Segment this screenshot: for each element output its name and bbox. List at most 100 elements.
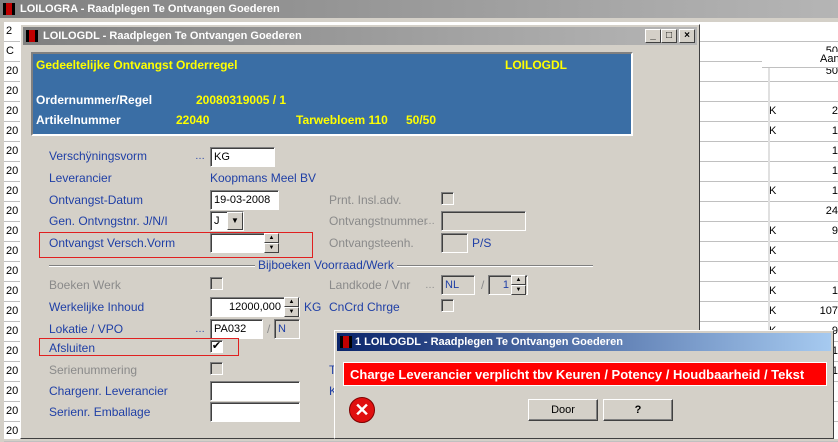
chargenr-label: Chargenr. Leverancier	[49, 384, 168, 398]
leverancier-value: Koopmans Meel BV	[210, 171, 317, 185]
article-value: 22040	[176, 113, 210, 127]
alert-dialog: 1 LOILOGDL - Raadplegen Te Ontvangen Goe…	[334, 330, 834, 439]
row-cell: 20	[6, 325, 19, 337]
door-button[interactable]: Door	[528, 399, 598, 421]
grid-header[interactable]: Aant	[762, 52, 838, 68]
help-button[interactable]: ?	[603, 399, 673, 421]
row-cell: 20	[6, 125, 19, 137]
error-icon: ✕	[349, 397, 375, 423]
row-cell: 20	[6, 365, 19, 377]
cncrd-chrge-checkbox[interactable]	[441, 299, 454, 312]
row-cell-aant: 107	[819, 305, 838, 317]
banner-program: LOILOGDL	[505, 58, 567, 72]
row-cell-aant: 1	[831, 185, 838, 197]
prnt-insl-checkbox[interactable]	[441, 192, 454, 205]
row-cell-k: K	[769, 265, 777, 277]
werkelijke-inhoud-spinner[interactable]: ▲ ▼	[284, 297, 299, 317]
vpo-field[interactable]: N	[274, 319, 300, 339]
boeken-werk-label: Boeken Werk	[49, 278, 121, 292]
row-cell: 20	[6, 345, 19, 357]
cncrd-chrge-label: CnCrd Chrge	[329, 300, 400, 314]
serienr-field[interactable]	[210, 402, 300, 422]
row-cell-k: K	[769, 245, 777, 257]
article-description: Tarwebloem 110	[296, 113, 388, 127]
serienummering-checkbox[interactable]	[210, 362, 223, 375]
row-cell-aant: 1	[831, 285, 838, 297]
vnr-spinner[interactable]: ▲ ▼	[511, 275, 526, 295]
main-dialog-title: LOILOGDL - Raadplegen Te Ontvangen Goede…	[43, 30, 302, 42]
row-cell: 20	[6, 205, 19, 217]
row-cell: 20	[6, 65, 19, 77]
serienr-label: Serienr. Emballage	[49, 405, 151, 419]
row-cell: 20	[6, 165, 19, 177]
row-cell-k: K	[769, 185, 777, 197]
chevron-down-icon[interactable]: ▼	[227, 212, 243, 230]
section-title: Bijboeken Voorraad/Werk	[255, 258, 397, 272]
landkode-field[interactable]: NL	[441, 275, 475, 295]
alert-message: Charge Leverancier verplicht tbv Keuren …	[343, 362, 827, 386]
serienummering-label: Serienummering	[49, 363, 138, 377]
row-cell-k: K	[769, 225, 777, 237]
row-cell-k: K	[769, 125, 777, 137]
row-cell: 20	[6, 145, 19, 157]
slash-separator: /	[481, 278, 485, 292]
row-cell: 2	[6, 25, 13, 37]
alert-titlebar[interactable]: 1 LOILOGDL - Raadplegen Te Ontvangen Goe…	[337, 333, 831, 351]
verschijningsvorm-field[interactable]: KG	[210, 147, 275, 167]
gen-ontvngstnr-value: J	[214, 215, 220, 227]
werkelijke-inhoud-unit: KG	[304, 300, 322, 314]
banner-heading: Gedeeltelijke Ontvangst Orderregel	[36, 58, 238, 72]
row-cell-aant: 1	[831, 145, 838, 157]
row-cell-aant: 2	[831, 105, 838, 117]
ontvangstnummer-field[interactable]	[441, 211, 526, 231]
row-cell: 20	[6, 245, 19, 257]
order-value: 20080319005 / 1	[196, 93, 287, 107]
ontvangst-datum-field[interactable]: 19-03-2008	[210, 190, 279, 210]
row-cell: C	[6, 45, 14, 57]
ontvangst-versch-label: Ontvangst Versch.Vorm	[49, 236, 176, 250]
bg-window-titlebar: LOILOGRA - Raadplegen Te Ontvangen Goede…	[0, 0, 838, 18]
ontvangst-versch-spinner[interactable]: ▲ ▼	[264, 233, 279, 253]
afsluiten-checkbox[interactable]: ✔	[210, 340, 223, 353]
article-extra: 50/50	[406, 113, 437, 127]
row-cell: 20	[6, 265, 19, 277]
werkelijke-inhoud-label: Werkelijke Inhoud	[49, 300, 145, 314]
lokatie-label: Lokatie / VPO	[49, 322, 124, 336]
row-cell: 20	[6, 385, 19, 397]
order-label: Ordernummer/Regel	[36, 93, 153, 107]
row-cell: 20	[6, 85, 19, 97]
ontvangsteenh-label: Ontvangsteenh.	[329, 236, 414, 250]
close-button[interactable]: ×	[679, 29, 695, 43]
bg-window-title: LOILOGRA - Raadplegen Te Ontvangen Goede…	[20, 3, 280, 15]
lookup-dots[interactable]: …	[195, 151, 205, 162]
ontvangsteenh-field[interactable]	[441, 233, 468, 253]
ontvangsteenh-unit: P/S	[472, 236, 492, 250]
maximize-button[interactable]: □	[661, 29, 677, 43]
app-icon	[340, 336, 352, 348]
row-cell: 20	[6, 185, 19, 197]
lokatie-field[interactable]: PA032	[210, 319, 263, 339]
boeken-werk-checkbox[interactable]	[210, 277, 223, 290]
row-cell-aant: 9	[831, 225, 838, 237]
help-icon: ?	[634, 404, 642, 416]
row-cell: 20	[6, 405, 19, 417]
lookup-dots[interactable]: …	[195, 324, 205, 335]
prnt-insl-label: Prnt. Insl.adv.	[329, 193, 402, 207]
minimize-button[interactable]: _	[645, 29, 661, 43]
gen-ontvngstnr-label: Gen. Ontvngstnr. J/N/I	[49, 214, 168, 228]
row-cell: 20	[6, 285, 19, 297]
order-banner: Gedeeltelijke Ontvangst Orderregel LOILO…	[31, 52, 633, 136]
ontvangst-datum-label: Ontvangst-Datum	[49, 193, 144, 207]
row-cell: 20	[6, 105, 19, 117]
row-cell: 20	[6, 425, 19, 437]
chargenr-field[interactable]	[210, 381, 300, 401]
col-header-aant: Aant	[820, 53, 838, 65]
leverancier-label: Leverancier	[49, 171, 112, 185]
row-cell: 20	[6, 225, 19, 237]
row-cell-aant: 1	[831, 165, 838, 177]
ontvangstnummer-label: Ontvangstnummer	[329, 214, 428, 228]
row-cell-k: K	[769, 285, 777, 297]
article-label: Artikelnummer	[36, 113, 121, 127]
main-dialog-titlebar[interactable]: LOILOGDL - Raadplegen Te Ontvangen Goede…	[23, 27, 697, 45]
landkode-label: Landkode / Vnr	[329, 278, 411, 292]
